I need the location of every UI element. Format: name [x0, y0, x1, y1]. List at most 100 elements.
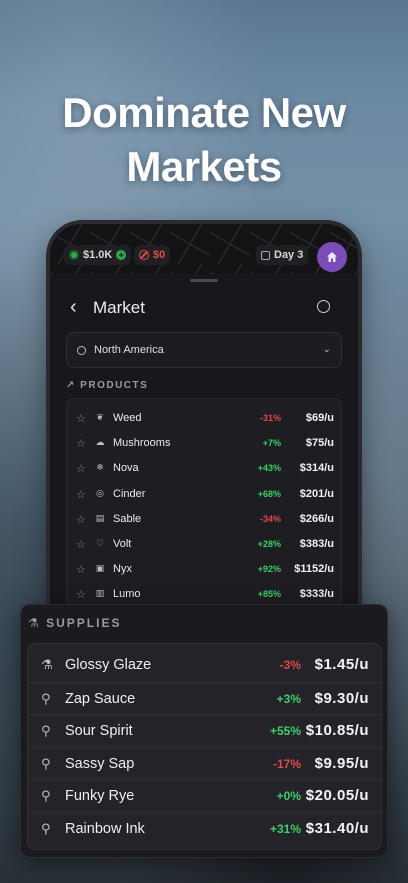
debt-value: $0: [153, 249, 166, 261]
headline-line-2: Markets: [126, 143, 282, 190]
battery-icon: ▣: [95, 563, 105, 574]
product-row[interactable]: ☆ ☁ Mushrooms +7% $75/u: [67, 432, 343, 457]
product-change: +85%: [257, 589, 281, 600]
page-title: Market: [93, 298, 145, 317]
microscope-icon: ⚲: [41, 820, 51, 836]
target-icon: ◎: [96, 487, 104, 498]
supply-price: $9.30/u: [314, 689, 369, 707]
no-money-icon: [139, 250, 149, 260]
supply-change: -17%: [272, 756, 301, 771]
heart-pulse-icon: ♡: [95, 538, 105, 548]
back-chevron-icon[interactable]: ‹: [70, 296, 77, 319]
info-circle-icon[interactable]: [317, 300, 330, 313]
supply-change: +31%: [269, 821, 301, 836]
supply-row[interactable]: ⚲ Sour Spirit +55% $10.85/u: [28, 714, 383, 746]
day-pill: Day 3: [256, 245, 309, 265]
add-cash-icon[interactable]: +: [116, 250, 127, 260]
headline: Dominate New Markets: [0, 86, 408, 194]
globe-icon: [77, 345, 86, 355]
region-selected: North America: [94, 344, 164, 356]
favorite-star-icon[interactable]: ☆: [76, 563, 86, 576]
product-row[interactable]: ☆ ♡ Volt +28% $383/u: [67, 533, 343, 558]
supply-name: Sour Spirit: [65, 723, 133, 739]
microscope-icon: ⚲: [41, 755, 51, 771]
supply-name: Zap Sauce: [65, 690, 136, 707]
snowflake-icon: ❄: [96, 462, 104, 473]
favorite-star-icon[interactable]: ☆: [76, 462, 86, 475]
pill-icon: ▤: [95, 512, 105, 523]
product-change: +28%: [257, 539, 281, 549]
supply-row[interactable]: ⚲ Sassy Sap -17% $9.95/u: [28, 746, 383, 779]
supply-change: +0%: [276, 789, 301, 803]
supply-change: -3%: [279, 658, 301, 672]
supply-row[interactable]: ⚲ Funky Rye +0% $20.05/u: [28, 779, 383, 811]
product-name: Mushrooms: [113, 437, 171, 450]
supply-change: +3%: [276, 691, 301, 706]
product-row[interactable]: ☆ ▣ Nyx +92% $1152/u: [67, 558, 343, 583]
product-price: $1152/u: [294, 563, 334, 576]
supply-name: Sassy Sap: [65, 755, 135, 772]
supply-price: $9.95/u: [314, 754, 369, 772]
microscope-icon: ⚲: [41, 788, 51, 803]
product-row[interactable]: ☆ ❄ Nova +43% $314/u: [67, 457, 343, 482]
favorite-star-icon[interactable]: ☆: [76, 538, 86, 551]
sheet-grabber[interactable]: [190, 279, 218, 282]
cloud-icon: ☁: [95, 437, 105, 448]
product-row[interactable]: ☆ ▤ Sable -34% $266/u: [67, 508, 343, 533]
supply-change: +55%: [269, 724, 301, 738]
favorite-star-icon[interactable]: ☆: [76, 412, 86, 425]
favorite-star-icon[interactable]: ☆: [76, 488, 86, 501]
microscope-icon: ⚲: [41, 723, 51, 738]
supply-price: $20.05/u: [305, 787, 369, 804]
headline-line-1: Dominate New: [62, 89, 346, 136]
supply-price: $31.40/u: [305, 819, 369, 837]
supply-row[interactable]: ⚲ Zap Sauce +3% $9.30/u: [28, 681, 383, 714]
supply-name: Rainbow Ink: [65, 820, 145, 837]
product-name: Nyx: [113, 563, 132, 576]
product-name: Volt: [113, 538, 132, 550]
leaf-icon: ❦: [96, 412, 104, 422]
coin-icon: [69, 250, 79, 260]
products-list: ☆ ❦ Weed -31% $69/u ☆ ☁ Mushrooms +7% $7…: [66, 398, 342, 608]
product-row[interactable]: ☆ ◎ Cinder +68% $201/u: [67, 483, 343, 508]
flask-icon: ⚗: [28, 616, 41, 630]
supply-row[interactable]: ⚲ Rainbow Ink +31% $31.40/u: [28, 811, 383, 844]
product-name: Cinder: [113, 487, 146, 500]
supply-price: $1.45/u: [314, 656, 369, 673]
supply-price: $10.85/u: [305, 722, 369, 739]
supply-name: Glossy Glaze: [65, 657, 152, 673]
product-change: +43%: [257, 463, 281, 474]
home-icon: [327, 252, 337, 262]
microscope-icon: ⚲: [41, 690, 51, 706]
product-price: $69/u: [305, 412, 334, 424]
favorite-star-icon[interactable]: ☆: [76, 513, 86, 526]
product-name: Sable: [113, 512, 142, 525]
products-section-label: ↗ PRODUCTS: [66, 380, 149, 391]
calendar-icon: [261, 250, 270, 260]
product-change: +92%: [257, 564, 281, 575]
product-row[interactable]: ☆ ❦ Weed -31% $69/u: [67, 407, 343, 432]
product-name: Lumo: [113, 588, 141, 601]
favorite-star-icon[interactable]: ☆: [76, 588, 86, 601]
product-change: -31%: [259, 413, 281, 423]
product-name: Nova: [113, 462, 139, 475]
supply-row[interactable]: ⚗ Glossy Glaze -3% $1.45/u: [28, 649, 383, 681]
product-price: $333/u: [299, 588, 334, 601]
product-price: $314/u: [299, 462, 334, 475]
debt-pill[interactable]: $0: [134, 245, 171, 265]
favorite-star-icon[interactable]: ☆: [76, 437, 86, 450]
home-button[interactable]: [317, 242, 347, 272]
chevron-down-icon: ⌄: [322, 344, 331, 355]
product-price: $75/u: [305, 437, 334, 450]
trend-icon: ↗: [66, 380, 76, 391]
cash-pill[interactable]: $1.0K +: [64, 245, 132, 265]
cash-value: $1.0K: [83, 249, 113, 261]
product-price: $201/u: [299, 487, 334, 500]
product-name: Weed: [113, 412, 142, 424]
product-change: -34%: [259, 513, 281, 524]
supplies-section-label: ⚗ SUPPLIES: [28, 616, 122, 630]
product-change: +68%: [257, 488, 281, 499]
supply-name: Funky Rye: [65, 788, 135, 804]
day-value: Day 3: [274, 249, 304, 261]
region-dropdown[interactable]: North America ⌄: [66, 332, 342, 368]
